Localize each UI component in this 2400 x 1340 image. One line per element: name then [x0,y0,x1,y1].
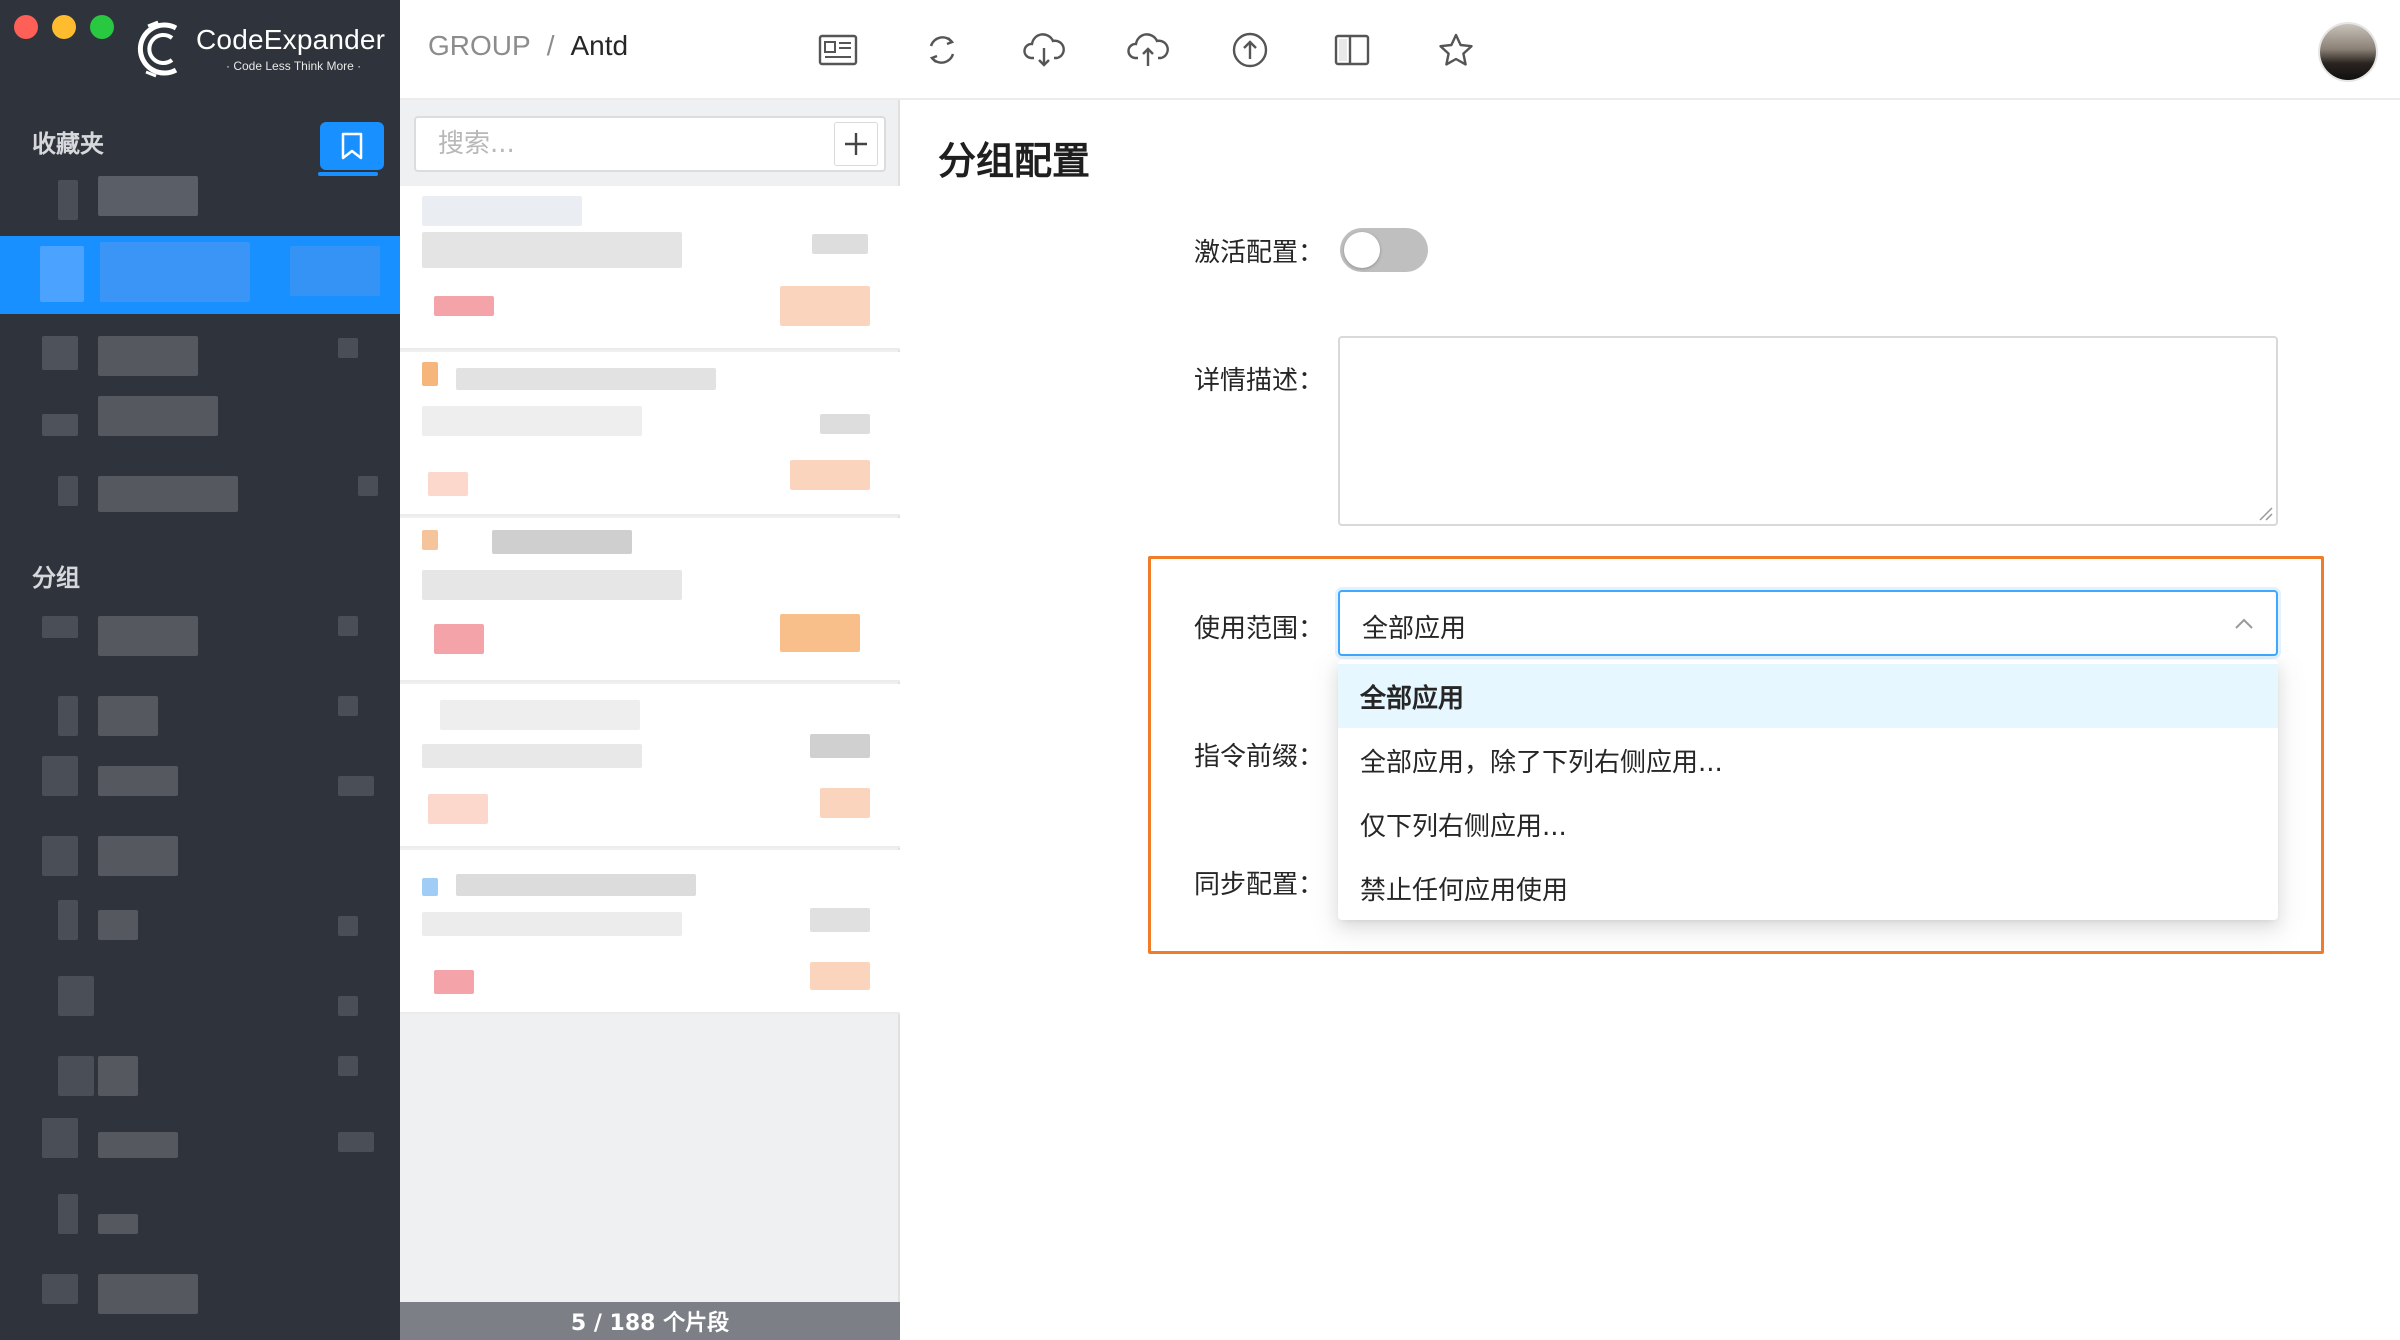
cloud-upload-button[interactable] [1124,26,1172,74]
snippet-card-button[interactable] [814,26,862,74]
search-input[interactable] [416,118,816,170]
bookmark-icon [341,132,363,160]
sidebar-group-item[interactable] [0,610,400,670]
description-label: 详情描述： [1193,366,1324,396]
favorites-heading: 收藏夹 [32,130,104,158]
snippet-count: 5 / 188 个片段 [400,1302,900,1340]
sidebar-group-item[interactable] [0,1112,400,1172]
prefix-label: 指令前缀： [1193,742,1324,772]
scope-option-all-except[interactable]: 全部应用，除了下列右侧应用... [1338,728,2278,792]
sidebar-favorite-item[interactable] [0,396,400,456]
sidebar-group-item[interactable] [0,756,400,816]
sidebar-group-item[interactable] [0,690,400,750]
snippet-card-icon [818,34,858,66]
search-box [414,116,886,172]
snippet-list-item[interactable] [400,352,900,516]
sidebar-group-item[interactable] [0,836,400,896]
cloud-download-icon [1023,33,1065,67]
scope-select[interactable]: 全部应用 [1338,590,2278,656]
sidebar-group-item[interactable] [0,900,400,960]
bookmark-button[interactable] [320,122,384,170]
cloud-download-button[interactable] [1020,26,1068,74]
scope-select-value: 全部应用 [1362,614,1467,644]
scope-dropdown-menu: 全部应用 全部应用，除了下列右侧应用... 仅下列右侧应用... 禁止任何应用使… [1338,660,2278,920]
upload-circle-icon [1232,32,1268,68]
snippet-list-panel: 5 / 188 个片段 [400,100,900,1340]
breadcrumb-current: Antd [570,30,629,61]
minimize-window-button[interactable] [52,15,76,39]
app-logo: CodeExpander · Code Less Think More · [128,14,398,84]
breadcrumb-group[interactable]: GROUP [428,30,531,62]
window-controls [14,15,114,39]
sidebar: CodeExpander · Code Less Think More · 收藏… [0,0,400,1340]
groups-heading: 分组 [32,564,80,592]
group-config-form: 分组配置 激活配置： 详情描述： 使用范围： 全部应用 指令前缀： 同步配置： … [902,100,2400,1340]
favorite-button[interactable] [1432,26,1480,74]
top-bar: GROUP / Antd [400,0,2400,100]
sync-label: 同步配置： [1193,870,1324,900]
snippet-list-item[interactable] [400,684,900,848]
breadcrumb: GROUP / Antd [428,30,628,62]
snippet-list-item[interactable] [400,186,900,350]
star-icon [1439,33,1473,66]
add-snippet-button[interactable] [834,122,878,166]
logo-mark-icon [137,20,178,78]
activate-toggle[interactable] [1340,228,1428,272]
snippet-list-item[interactable] [400,850,900,1014]
upload-button[interactable] [1226,26,1274,74]
toggle-knob [1344,232,1380,268]
breadcrumb-separator: / [546,30,555,61]
close-window-button[interactable] [14,15,38,39]
sidebar-group-item[interactable] [0,1268,400,1328]
sidebar-group-item[interactable] [0,976,400,1036]
sync-button[interactable] [918,26,966,74]
scope-option-all[interactable]: 全部应用 [1338,664,2278,728]
sync-icon [929,36,955,64]
maximize-window-button[interactable] [90,15,114,39]
sidebar-favorite-item[interactable] [0,466,400,526]
sidebar-group-item[interactable] [0,1050,400,1110]
sidebar-favorite-item[interactable] [0,170,400,230]
resize-grip-icon[interactable] [2258,506,2274,522]
sidebar-group-item[interactable] [0,1194,400,1254]
user-avatar[interactable] [2320,24,2376,80]
scope-option-none[interactable]: 禁止任何应用使用 [1338,856,2278,920]
app-tagline: · Code Less Think More · [226,59,362,73]
scope-label: 使用范围： [1193,614,1324,644]
app-name: CodeExpander [196,24,386,55]
plus-icon [845,133,867,155]
snippet-list-item[interactable] [400,518,900,682]
activate-label: 激活配置： [1193,238,1324,268]
chevron-up-icon [2235,618,2253,629]
sidebar-favorite-item-active[interactable] [0,236,400,314]
description-textarea[interactable] [1338,336,2278,526]
book-button[interactable] [1328,26,1376,74]
cloud-upload-icon [1127,33,1169,66]
book-icon [1334,34,1370,66]
page-title: 分组配置 [938,139,1091,183]
scope-option-only[interactable]: 仅下列右侧应用... [1338,792,2278,856]
sidebar-favorite-item[interactable] [0,330,400,390]
